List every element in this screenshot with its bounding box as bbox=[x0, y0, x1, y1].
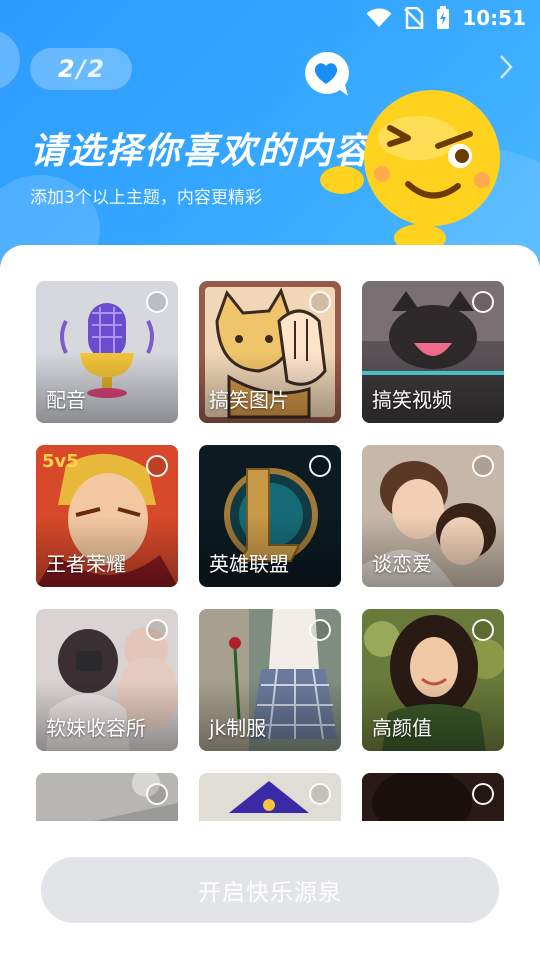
topic-tile-league-of-legends[interactable]: 英雄联盟 bbox=[199, 445, 341, 587]
topic-tile-good-looks[interactable]: 高颜值 bbox=[362, 609, 504, 751]
topic-label: jk制服 bbox=[209, 716, 267, 740]
topic-tile-funny-videos[interactable]: 搞笑视频 bbox=[362, 281, 504, 423]
topic-label: 配音 bbox=[46, 388, 86, 412]
mascot-emoji-icon bbox=[320, 90, 500, 248]
topic-label: 高颜值 bbox=[372, 716, 432, 740]
step-total: 2 bbox=[87, 55, 105, 83]
start-button[interactable]: 开启快乐源泉 bbox=[41, 857, 499, 923]
topic-tile-romance[interactable]: 谈恋爱 bbox=[362, 445, 504, 587]
step-separator: / bbox=[76, 55, 86, 83]
select-circle[interactable] bbox=[472, 291, 494, 313]
topic-label: 软妹收容所 bbox=[46, 716, 146, 740]
select-circle[interactable] bbox=[309, 455, 331, 477]
step-current: 2 bbox=[57, 55, 75, 83]
topic-tile-jk-uniform[interactable]: jk制服 bbox=[199, 609, 341, 751]
chevron-right-icon[interactable] bbox=[498, 54, 514, 80]
topic-tile-funny-pics[interactable]: 搞笑图片 bbox=[199, 281, 341, 423]
topic-tile-soft-girls[interactable]: 软妹收容所 bbox=[36, 609, 178, 751]
topic-label: 搞笑图片 bbox=[209, 388, 289, 412]
topic-label: 谈恋爱 bbox=[372, 552, 432, 576]
select-circle[interactable] bbox=[309, 783, 331, 805]
select-circle[interactable] bbox=[146, 455, 168, 477]
topic-tile-dubbing[interactable]: 配音 bbox=[36, 281, 178, 423]
topic-label: 英雄联盟 bbox=[209, 552, 289, 576]
wifi-icon bbox=[366, 8, 392, 27]
topic-tile-honor-of-kings[interactable]: 5v5 王者荣耀 bbox=[36, 445, 178, 587]
topic-grid[interactable]: 配音 搞笑图片 搞笑视频 王者荣耀 英雄联盟 谈恋爱 软妹收容所 jk制服 高颜… bbox=[36, 281, 506, 821]
clock: 10:51 bbox=[462, 6, 526, 30]
select-circle[interactable] bbox=[146, 291, 168, 313]
decor-bubble bbox=[0, 30, 20, 90]
topic-tile-partial[interactable] bbox=[362, 773, 504, 821]
select-circle[interactable] bbox=[309, 619, 331, 641]
topic-label: 搞笑视频 bbox=[372, 388, 452, 412]
select-circle[interactable] bbox=[309, 291, 331, 313]
select-circle[interactable] bbox=[472, 455, 494, 477]
select-circle[interactable] bbox=[472, 783, 494, 805]
select-circle[interactable] bbox=[146, 783, 168, 805]
topic-tile-partial[interactable] bbox=[36, 773, 178, 821]
no-sim-icon bbox=[404, 7, 425, 29]
topic-tile-partial[interactable] bbox=[199, 773, 341, 821]
select-circle[interactable] bbox=[146, 619, 168, 641]
status-bar: 10:51 bbox=[0, 0, 540, 36]
select-circle[interactable] bbox=[472, 619, 494, 641]
topic-label: 王者荣耀 bbox=[46, 552, 126, 576]
page-subtitle: 添加3个以上主题，内容更精彩 bbox=[30, 188, 262, 208]
battery-charging-icon bbox=[437, 6, 450, 29]
step-indicator: 2 / 2 bbox=[30, 48, 132, 90]
